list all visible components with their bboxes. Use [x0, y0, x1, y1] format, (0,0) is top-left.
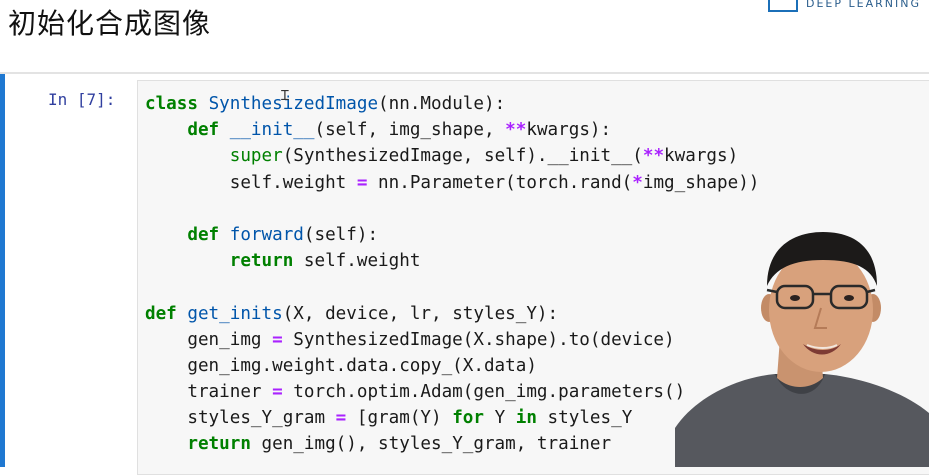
code-token: for — [452, 408, 484, 429]
code-token: Y — [483, 408, 516, 429]
code-token: self.weight — [145, 172, 357, 193]
code-token: class — [145, 94, 198, 114]
code-token: gen_img(), styles_Y_gram, trainer — [250, 434, 612, 455]
selected-cell-indicator — [0, 74, 5, 467]
code-token: def — [145, 303, 177, 324]
code-token: ** — [642, 146, 665, 167]
code-line: return gen_img(), styles_Y_gram, trainer — [145, 431, 759, 457]
code-token: ** — [505, 120, 527, 141]
code-token: return — [187, 434, 251, 455]
code-token: super — [229, 146, 283, 167]
code-token: kwargs): — [526, 120, 612, 141]
code-token: (self): — [303, 224, 379, 245]
code-token: in — [515, 408, 537, 429]
code-token: (nn.Module): — [378, 94, 506, 114]
code-token: torch.optim.Adam(gen_img.parameters() — [282, 382, 686, 403]
presenter-figure — [675, 232, 929, 467]
code-token: = — [335, 408, 347, 429]
code-token: nn.Parameter(torch.rand( — [367, 172, 633, 193]
code-token: def — [187, 120, 220, 141]
code-token: forward — [229, 224, 304, 245]
code-text[interactable]: class SynthesizedImage(nn.Module): def _… — [145, 91, 759, 458]
code-token: styles_Y_gram — [145, 408, 336, 429]
code-token: img_shape)) — [642, 172, 760, 193]
code-token: __init__ — [229, 120, 315, 141]
code-token: def — [187, 224, 220, 245]
code-token: gen_img — [145, 329, 273, 350]
logo-text: DEEP LEARNING — [806, 0, 921, 10]
code-token: kwargs) — [664, 146, 739, 167]
page-title: 初始化合成图像 — [8, 7, 212, 40]
code-line: def __init__(self, img_shape, **kwargs): — [145, 117, 759, 143]
code-line: gen_img = SynthesizedImage(X.shape).to(d… — [145, 327, 759, 353]
code-line: return self.weight — [145, 248, 759, 274]
code-token: (SynthesizedImage, self).__init__( — [282, 146, 643, 167]
code-token: SynthesizedImage(X.shape).to(device) — [282, 329, 675, 350]
code-token: [gram(Y) — [346, 408, 453, 429]
code-line: gen_img.weight.data.copy_(X.data) — [145, 353, 759, 379]
code-line: styles_Y_gram = [gram(Y) for Y in styles… — [145, 405, 759, 431]
code-token: (X, device, lr, styles_Y): — [282, 303, 559, 324]
presenter-video-overlay — [675, 228, 929, 467]
code-token: = — [272, 382, 283, 403]
code-token: SynthesizedImage — [208, 94, 379, 114]
logo-mark — [768, 0, 798, 12]
code-token: (self, img_shape, — [314, 120, 506, 141]
code-token: gen_img.weight.data.copy_(X.data) — [145, 355, 537, 376]
code-token: styles_Y — [536, 408, 633, 429]
code-token: self.weight — [293, 251, 421, 272]
code-token: * — [632, 172, 643, 193]
code-token: return — [229, 251, 294, 272]
code-line: def forward(self): — [145, 222, 759, 248]
code-token: = — [272, 329, 283, 350]
code-line: class SynthesizedImage(nn.Module): — [145, 91, 759, 117]
cell-prompt: In [7]: — [48, 90, 116, 109]
code-token: get_inits — [187, 303, 283, 324]
code-token: trainer — [145, 382, 273, 403]
code-line: self.weight = nn.Parameter(torch.rand(*i… — [145, 170, 760, 196]
code-token: = — [356, 172, 368, 193]
brand-logo: DEEP LEARNING — [768, 0, 921, 12]
code-line: trainer = torch.optim.Adam(gen_img.param… — [145, 379, 759, 405]
code-line: super(SynthesizedImage, self).__init__(*… — [145, 143, 759, 169]
text-cursor-icon: Ɪ — [281, 88, 289, 104]
code-line: def get_inits(X, device, lr, styles_Y): — [145, 301, 759, 327]
